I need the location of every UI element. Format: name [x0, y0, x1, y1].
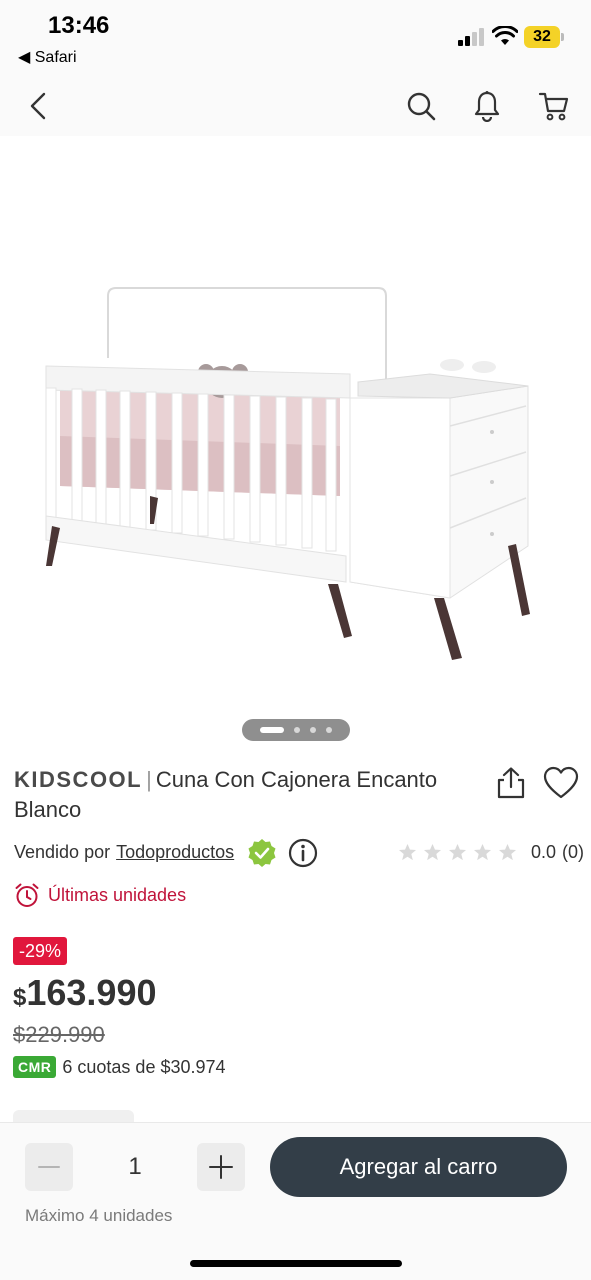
brand-name[interactable]: KIDSCOOL	[14, 767, 142, 792]
decrease-quantity-button[interactable]	[25, 1143, 73, 1191]
battery-level: 32	[533, 28, 551, 45]
quantity-value[interactable]: 1	[110, 1153, 160, 1181]
status-bar: 13:46 ◀ Safari 32	[0, 0, 591, 78]
rating[interactable]: 0.0 (0)	[398, 842, 584, 863]
favorite-heart-icon[interactable]	[543, 766, 579, 800]
minus-icon	[38, 1166, 60, 1168]
add-to-cart-button[interactable]: Agregar al carro	[270, 1137, 567, 1197]
back-button[interactable]	[20, 88, 56, 124]
status-time: 13:46	[48, 12, 110, 39]
max-units-note: Máximo 4 unidades	[25, 1206, 173, 1225]
seller-prefix: Vendido por	[14, 842, 111, 862]
cmr-installments: CMR 6 cuotas de $30.974	[13, 1056, 226, 1078]
cart-button[interactable]	[536, 88, 572, 124]
search-button[interactable]	[403, 88, 439, 124]
star-icon	[498, 843, 517, 861]
verified-seller-icon	[248, 839, 276, 867]
search-icon	[407, 92, 436, 121]
old-price-amount: 229.990	[25, 1022, 105, 1047]
rating-count: (0)	[562, 842, 585, 862]
crib-with-drawers-image	[45, 287, 530, 660]
seller-link[interactable]: Todoproductos	[116, 842, 234, 862]
bell-icon	[474, 91, 500, 122]
seller-info: Vendido por Todoproductos	[14, 842, 234, 863]
star-icon	[473, 843, 492, 861]
info-icon[interactable]	[288, 838, 318, 868]
product-image-carousel[interactable]	[0, 136, 591, 746]
increase-quantity-button[interactable]	[197, 1143, 245, 1191]
alarm-clock-icon	[15, 883, 39, 907]
top-navigation	[0, 78, 591, 136]
battery-icon: 32	[524, 26, 564, 48]
cart-icon	[538, 92, 569, 121]
carousel-dot-active[interactable]	[260, 727, 284, 733]
current-price: $163.990	[13, 972, 157, 1014]
product-title: KIDSCOOL | Cuna Con Cajonera Encanto Blanc…	[14, 765, 454, 825]
stock-alert: Últimas unidades	[14, 882, 186, 908]
star-icon	[423, 843, 442, 861]
share-icon[interactable]	[495, 766, 527, 800]
rating-value: 0.0	[531, 842, 557, 862]
carousel-dot[interactable]	[294, 727, 300, 733]
back-to-safari-link[interactable]: ◀ Safari	[18, 47, 77, 67]
cellular-signal-icon	[458, 28, 484, 46]
cmr-badge: CMR	[13, 1056, 57, 1078]
discount-badge: -29%	[13, 937, 68, 965]
notifications-button[interactable]	[469, 88, 505, 124]
star-icon	[398, 843, 417, 861]
purchase-bar: 1 Agregar al carro Máximo 4 unidades	[0, 1122, 591, 1280]
carousel-dot[interactable]	[310, 727, 316, 733]
star-icon	[448, 843, 467, 861]
price-currency: $	[13, 984, 27, 1011]
chevron-left-icon	[30, 92, 46, 120]
wifi-icon	[492, 26, 518, 45]
stock-message: Últimas unidades	[48, 884, 187, 905]
original-price: $229.990	[13, 1022, 105, 1048]
title-separator: |	[146, 767, 152, 792]
price-amount: 163.990	[26, 972, 157, 1013]
home-indicator[interactable]	[190, 1260, 402, 1267]
installments-text: 6 cuotas de $30.974	[62, 1056, 226, 1077]
old-price-currency: $	[13, 1022, 26, 1047]
carousel-indicator[interactable]	[242, 719, 350, 741]
plus-icon	[209, 1155, 233, 1179]
carousel-dot[interactable]	[326, 727, 332, 733]
